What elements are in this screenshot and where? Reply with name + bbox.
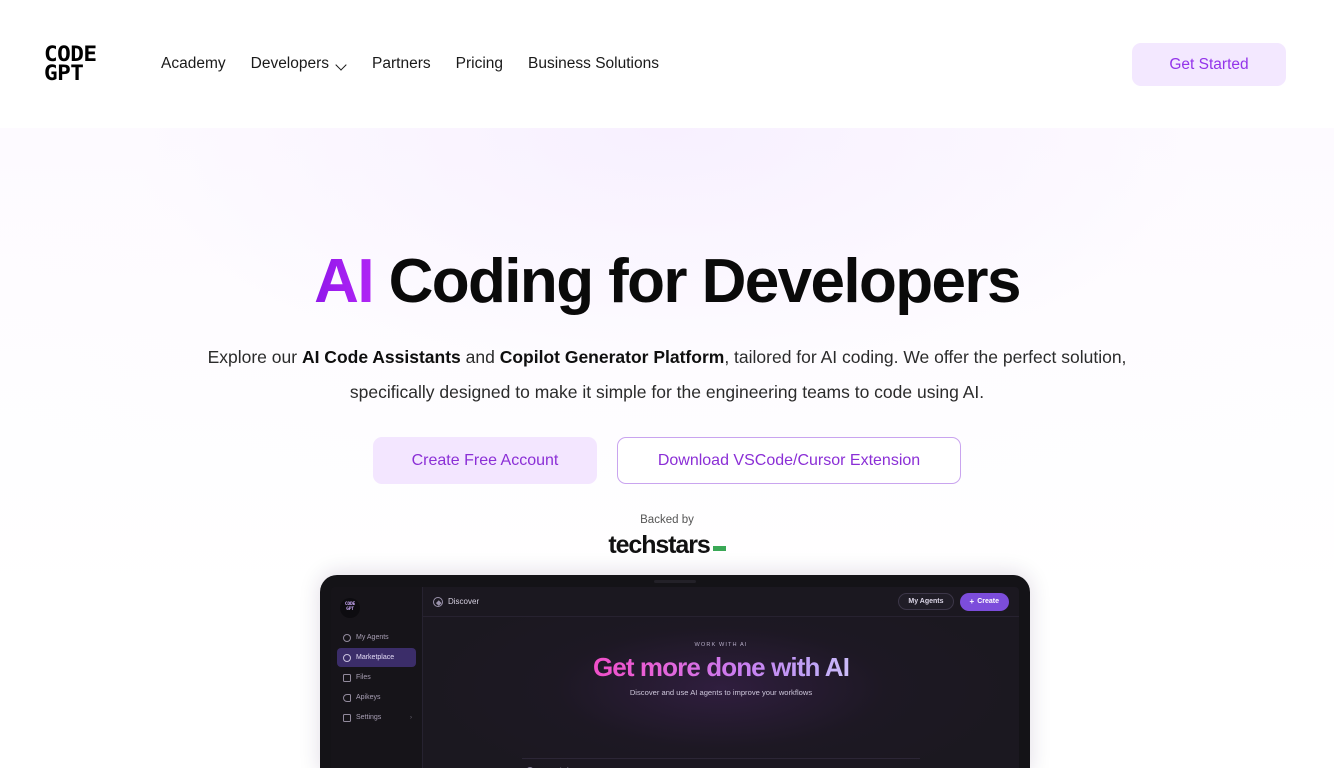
app-page-title-label: Discover bbox=[448, 597, 480, 606]
plus-icon: + bbox=[969, 596, 975, 606]
nav-item-academy[interactable]: Academy bbox=[161, 49, 226, 79]
download-extension-button[interactable]: Download VSCode/Cursor Extension bbox=[617, 437, 961, 484]
nav-label-partners: Partners bbox=[372, 55, 431, 72]
main-navigation: Academy Developers Partners Pricing Busi… bbox=[161, 0, 659, 128]
sidebar-item-my-agents[interactable]: My Agents bbox=[337, 628, 416, 647]
app-sidebar: CODE GPT My Agents Marketplace Files Api… bbox=[331, 587, 423, 768]
techstars-underscore-icon bbox=[712, 546, 726, 551]
hero-subtitle: Explore our AI Code Assistants and Copil… bbox=[207, 340, 1127, 410]
app-topbar: Discover My Agents + Create bbox=[423, 587, 1019, 617]
settings-icon bbox=[343, 713, 351, 722]
sidebar-label-settings: Settings bbox=[356, 714, 382, 721]
techstars-wordmark: techstars bbox=[608, 531, 710, 559]
hero-sub-part-1: AI Code Assistants bbox=[301, 347, 461, 367]
sidebar-label-marketplace: Marketplace bbox=[356, 654, 395, 661]
marketplace-icon bbox=[343, 653, 351, 662]
app-body: WORK WITH AI Get more done with AI Disco… bbox=[423, 617, 1019, 768]
sidebar-item-files[interactable]: Files bbox=[337, 668, 416, 687]
app-topbar-actions: My Agents + Create bbox=[898, 592, 1009, 611]
hero-title-accent: AI bbox=[314, 247, 374, 316]
sidebar-label-apikeys: Apikeys bbox=[356, 694, 381, 701]
nav-item-developers[interactable]: Developers bbox=[251, 49, 347, 79]
app-screen: CODE GPT My Agents Marketplace Files Api… bbox=[331, 587, 1019, 768]
key-icon bbox=[343, 693, 351, 702]
app-logo-line-gpt: GPT bbox=[346, 607, 354, 612]
create-button[interactable]: + Create bbox=[959, 592, 1009, 611]
laptop-camera-notch bbox=[654, 580, 696, 583]
hero-section: AI Coding for Developers Explore our AI … bbox=[0, 128, 1334, 768]
nav-label-business-solutions: Business Solutions bbox=[528, 55, 659, 72]
app-hero-subtitle: Discover and use AI agents to improve yo… bbox=[629, 688, 813, 697]
page-root: CODE GPT Academy Developers Partners Pri… bbox=[0, 0, 1334, 768]
hero-sub-part-3: Copilot Generator Platform bbox=[499, 347, 725, 367]
agents-icon bbox=[343, 633, 351, 642]
app-search-bar[interactable]: Search for an AI Agent Expert bbox=[522, 758, 920, 768]
product-screenshot-mockup: CODE GPT My Agents Marketplace Files Api… bbox=[320, 575, 1030, 768]
sidebar-label-my-agents: My Agents bbox=[356, 634, 389, 641]
nav-item-pricing[interactable]: Pricing bbox=[456, 49, 503, 79]
backed-by-label: Backed by bbox=[640, 514, 694, 526]
get-started-button[interactable]: Get Started bbox=[1132, 43, 1286, 86]
nav-item-partners[interactable]: Partners bbox=[372, 49, 431, 79]
sidebar-item-settings[interactable]: Settings › bbox=[337, 708, 416, 727]
sidebar-item-marketplace[interactable]: Marketplace bbox=[337, 648, 416, 667]
chevron-down-icon bbox=[336, 60, 347, 71]
sidebar-item-apikeys[interactable]: Apikeys bbox=[337, 688, 416, 707]
app-hero-title: Get more done with AI bbox=[592, 652, 850, 682]
hero-title-rest: Coding for Developers bbox=[372, 247, 1022, 316]
page-title: AI Coding for Developers bbox=[0, 247, 1334, 316]
nav-label-academy: Academy bbox=[161, 55, 226, 72]
nav-item-business-solutions[interactable]: Business Solutions bbox=[528, 49, 659, 79]
nav-label-developers: Developers bbox=[250, 55, 330, 72]
compass-icon bbox=[433, 596, 443, 607]
nav-label-pricing: Pricing bbox=[455, 55, 504, 72]
app-eyebrow-label: WORK WITH AI bbox=[694, 642, 748, 648]
hero-cta-row: Create Free Account Download VSCode/Curs… bbox=[0, 437, 1334, 484]
techstars-logo: techstars bbox=[608, 531, 726, 560]
sidebar-label-files: Files bbox=[356, 674, 371, 681]
codegpt-logo[interactable]: CODE GPT bbox=[44, 43, 116, 85]
files-icon bbox=[343, 673, 351, 682]
logo-line-gpt: GPT bbox=[44, 61, 84, 85]
my-agents-button[interactable]: My Agents bbox=[898, 593, 954, 610]
backed-by-block: Backed by techstars bbox=[0, 512, 1334, 560]
sidebar-expand-chevron-icon: › bbox=[410, 714, 412, 721]
hero-sub-part-0: Explore our bbox=[207, 347, 302, 367]
hero-sub-part-2: and bbox=[460, 347, 500, 367]
create-free-account-button[interactable]: Create Free Account bbox=[373, 437, 597, 484]
create-button-label: Create bbox=[977, 598, 999, 605]
app-main: Discover My Agents + Create WORK WITH AI bbox=[423, 587, 1019, 768]
app-logo-badge: CODE GPT bbox=[340, 598, 360, 618]
site-header: CODE GPT Academy Developers Partners Pri… bbox=[0, 0, 1334, 128]
app-page-title: Discover bbox=[433, 596, 480, 607]
